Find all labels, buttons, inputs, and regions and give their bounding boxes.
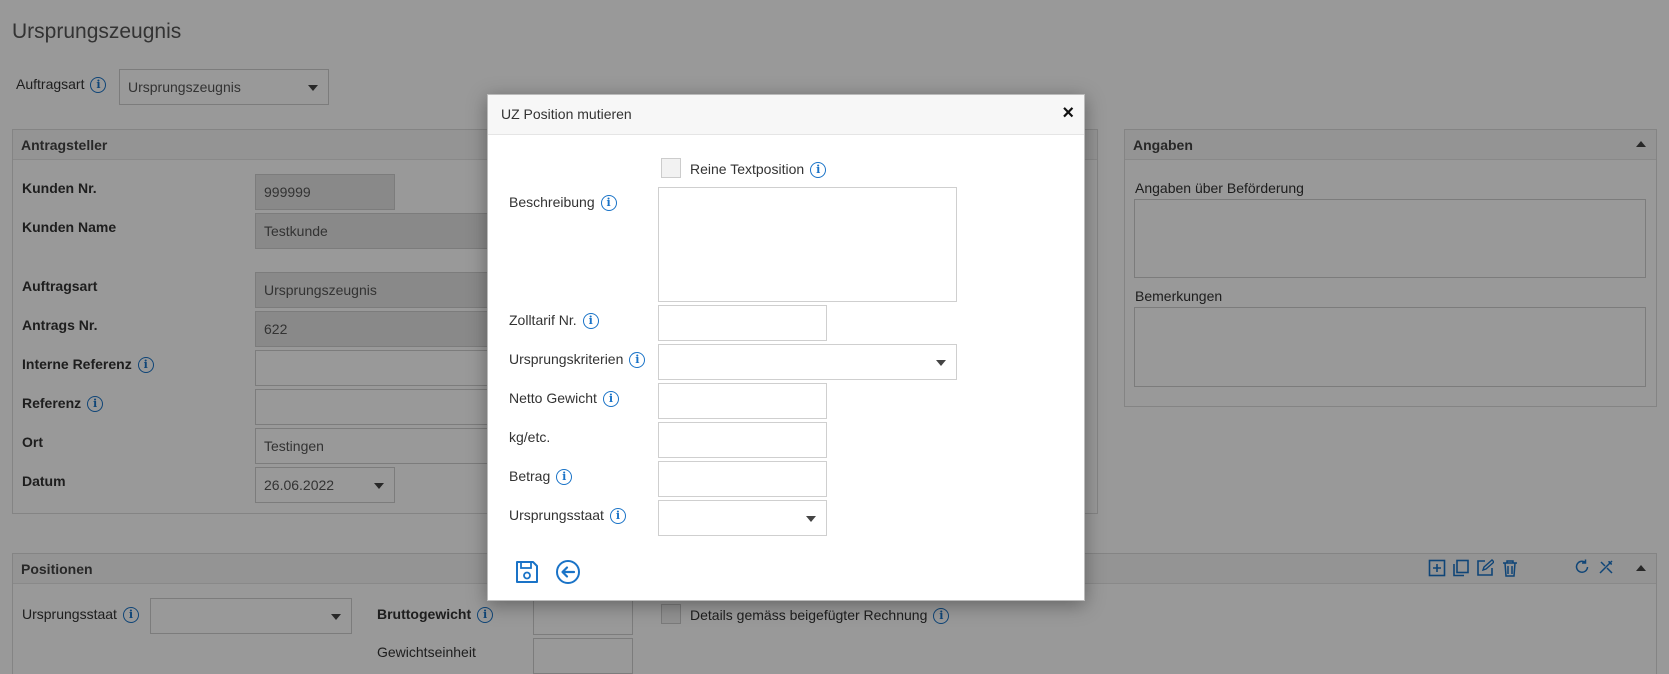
beschreibung-textarea[interactable] [658, 187, 957, 302]
kg-label: kg/etc. [509, 429, 551, 445]
save-icon[interactable] [514, 559, 540, 585]
info-icon[interactable]: i [582, 313, 599, 330]
betrag-label: Betrag i [509, 468, 573, 486]
netto-gewicht-field[interactable] [658, 383, 827, 419]
chevron-down-icon [806, 516, 816, 522]
info-icon[interactable]: i [602, 391, 619, 408]
chevron-down-icon [936, 360, 946, 366]
info-icon[interactable]: i [810, 162, 827, 179]
uz-position-dialog: UZ Position mutieren × Reine Textpositio… [487, 94, 1085, 601]
netto-gewicht-label: Netto Gewicht i [509, 390, 619, 408]
back-icon[interactable] [555, 559, 581, 585]
zolltarif-field[interactable] [658, 305, 827, 341]
info-icon[interactable]: i [629, 352, 646, 369]
ursprungskriterien-label: Ursprungskriterien i [509, 351, 646, 369]
kg-field[interactable] [658, 422, 827, 458]
info-icon[interactable]: i [609, 508, 626, 525]
reine-textposition-checkbox[interactable] [661, 158, 681, 178]
betrag-field[interactable] [658, 461, 827, 497]
zolltarif-label: Zolltarif Nr. i [509, 312, 599, 330]
beschreibung-label: Beschreibung i [509, 194, 617, 212]
info-icon[interactable]: i [556, 469, 573, 486]
ursprungsstaat-modal-select[interactable] [658, 500, 827, 536]
close-icon[interactable]: × [1062, 103, 1074, 123]
dialog-title: UZ Position mutieren [501, 106, 632, 122]
info-icon[interactable]: i [600, 195, 617, 212]
ursprungskriterien-select[interactable] [658, 344, 957, 380]
dialog-header: UZ Position mutieren × [488, 95, 1084, 135]
ursprungsstaat-modal-label: Ursprungsstaat i [509, 507, 626, 525]
reine-textposition-label: Reine Textposition i [690, 161, 827, 179]
